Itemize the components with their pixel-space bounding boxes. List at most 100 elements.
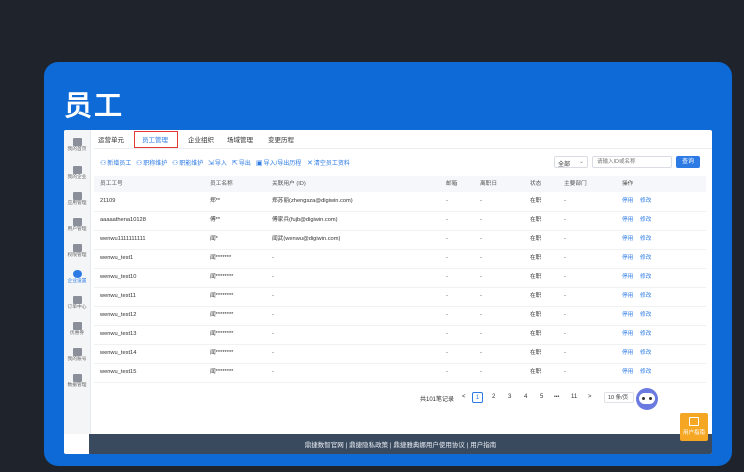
disable-button[interactable]: 停用 <box>622 268 633 287</box>
add-employee-button[interactable]: ⚇新增员工 <box>100 158 131 167</box>
cell-leave-date: - <box>480 274 482 280</box>
search-button[interactable]: 查询 <box>676 156 700 168</box>
edit-button[interactable]: 修改 <box>640 306 651 325</box>
page-4-button[interactable]: 4 <box>524 392 527 403</box>
history-icon: ▣ <box>256 160 263 167</box>
robot-eye-icon <box>642 397 645 400</box>
disable-button[interactable]: 停用 <box>622 211 633 230</box>
tab-site-management[interactable]: 场域管理 <box>227 134 253 144</box>
cell-department: - <box>564 331 566 337</box>
cell-linked-user: - <box>272 255 274 261</box>
cell-department: - <box>564 312 566 318</box>
edit-button[interactable]: 修改 <box>640 230 651 249</box>
tab-change-history[interactable]: 变更历程 <box>268 134 294 144</box>
tab-operating-unit[interactable]: 运营单元 <box>98 134 124 144</box>
edit-button[interactable]: 修改 <box>640 287 651 306</box>
edit-button[interactable]: 修改 <box>640 268 651 287</box>
cell-status: 在职 <box>530 274 542 280</box>
page-ellipsis[interactable]: ••• <box>554 392 559 403</box>
cell-email: - <box>446 217 448 223</box>
user-guide-button[interactable]: 用户指南 <box>680 413 708 441</box>
sidebar-item-label: 优惠券 <box>69 330 85 336</box>
footer-links[interactable]: 鼎捷数智官网 | 鼎捷隐私政策 | 鼎捷雅典娜用户使用协议 | 用户指南 <box>305 442 496 449</box>
table-row: aaaaathena10128 傅** 傅家兵(fujb@digiwin.com) -… <box>94 211 706 231</box>
sidebar-item-label: 我的首页 <box>67 146 87 152</box>
prev-page-button[interactable]: < <box>462 392 466 403</box>
page-5-button[interactable]: 5 <box>540 392 543 403</box>
status-filter-value: 全部 <box>558 162 571 168</box>
total-records: 共101笔记录 <box>420 397 455 403</box>
page-size-value: 10 条/页 <box>608 395 629 401</box>
tab-enterprise-org[interactable]: 企业组织 <box>188 134 214 144</box>
status-filter-select[interactable]: 全部 ⌄ <box>554 156 588 168</box>
edit-button[interactable]: 修改 <box>640 211 651 230</box>
search-input[interactable] <box>592 156 672 168</box>
cell-department: - <box>564 293 566 299</box>
edit-button[interactable]: 修改 <box>640 344 651 363</box>
cell-leave-date: - <box>480 255 482 261</box>
cell-leave-date: - <box>480 236 482 242</box>
assistant-robot-button[interactable] <box>636 388 658 410</box>
page-size-select[interactable]: 10 条/页 <box>604 392 634 403</box>
sidebar-item-enterprise[interactable]: 我的企业 <box>64 164 90 188</box>
disable-button[interactable]: 停用 <box>622 192 633 211</box>
sidebar-item-home[interactable]: 我的首页 <box>64 136 90 160</box>
role-maintain-label: 职能维护 <box>179 161 204 167</box>
import-export-history-button[interactable]: ▣导入/导出历程 <box>256 158 301 167</box>
sidebar-item-orders[interactable]: 订单中心 <box>64 294 90 318</box>
export-button[interactable]: ⇱导出 <box>232 158 251 167</box>
cell-leave-date: - <box>480 369 482 375</box>
disable-button[interactable]: 停用 <box>622 363 633 382</box>
header-leave-date: 离职日 <box>480 181 498 187</box>
cell-employee-name: 闻******** <box>210 312 234 318</box>
users-icon <box>72 218 82 226</box>
export-icon: ⇱ <box>232 160 238 167</box>
edit-button[interactable]: 修改 <box>640 363 651 382</box>
cell-employee-id: wenwu_test15 <box>100 369 137 375</box>
cell-employee-id: wenwu_test13 <box>100 331 137 337</box>
cell-status: 在职 <box>530 255 542 261</box>
page-2-button[interactable]: 2 <box>492 392 495 403</box>
sidebar-item-users[interactable]: 用户管理 <box>64 216 90 240</box>
clear-label: 清空员工资料 <box>313 161 350 167</box>
page-11-button[interactable]: 11 <box>571 392 577 403</box>
disable-button[interactable]: 停用 <box>622 287 633 306</box>
sidebar-item-settings[interactable]: 企业设置 <box>64 268 90 292</box>
main-panel: 员工 我的首页 我的企业 应用管理 用户管理 权限管理 企业设置 订单中心 优惠… <box>44 62 732 466</box>
sidebar-item-coupons[interactable]: 优惠券 <box>64 320 90 344</box>
table-row: wenwu_test12 闻******** - - - 在职 - 停用 修改 <box>94 306 706 326</box>
import-button[interactable]: ⇲导入 <box>208 158 227 167</box>
cell-status: 在职 <box>530 312 542 318</box>
edit-button[interactable]: 修改 <box>640 325 651 344</box>
position-icon: ⚇ <box>136 160 143 167</box>
cell-department: - <box>564 255 566 261</box>
page-3-button[interactable]: 3 <box>508 392 511 403</box>
sidebar-item-account[interactable]: 我的账号 <box>64 346 90 370</box>
clear-employees-button[interactable]: ✕清空员工资料 <box>307 158 350 167</box>
header-employee-id: 员工工号 <box>100 181 123 187</box>
edit-button[interactable]: 修改 <box>640 192 651 211</box>
cell-email: - <box>446 274 448 280</box>
coupon-icon <box>72 322 82 330</box>
next-page-button[interactable]: > <box>588 392 592 403</box>
cell-status: 在职 <box>530 350 542 356</box>
settings-icon <box>72 270 82 278</box>
cell-email: - <box>446 198 448 204</box>
cell-leave-date: - <box>480 217 482 223</box>
position-maintain-button[interactable]: ⚇职称维护 <box>136 158 167 167</box>
role-maintain-button[interactable]: ⚇职能维护 <box>172 158 203 167</box>
disable-button[interactable]: 停用 <box>622 249 633 268</box>
disable-button[interactable]: 停用 <box>622 344 633 363</box>
cell-employee-id: 21109 <box>100 198 116 204</box>
sidebar-item-apps[interactable]: 应用管理 <box>64 190 90 214</box>
disable-button[interactable]: 停用 <box>622 306 633 325</box>
sidebar-item-permission[interactable]: 权限管理 <box>64 242 90 266</box>
page-1-button[interactable]: 1 <box>472 392 483 403</box>
cell-employee-id: aaaaathena10128 <box>100 217 146 223</box>
cell-email: - <box>446 293 448 299</box>
disable-button[interactable]: 停用 <box>622 325 633 344</box>
edit-button[interactable]: 修改 <box>640 249 651 268</box>
cell-linked-user: 闻武(wenwu@digiwin.com) <box>272 236 341 242</box>
disable-button[interactable]: 停用 <box>622 230 633 249</box>
tab-highlight-box <box>134 131 178 148</box>
